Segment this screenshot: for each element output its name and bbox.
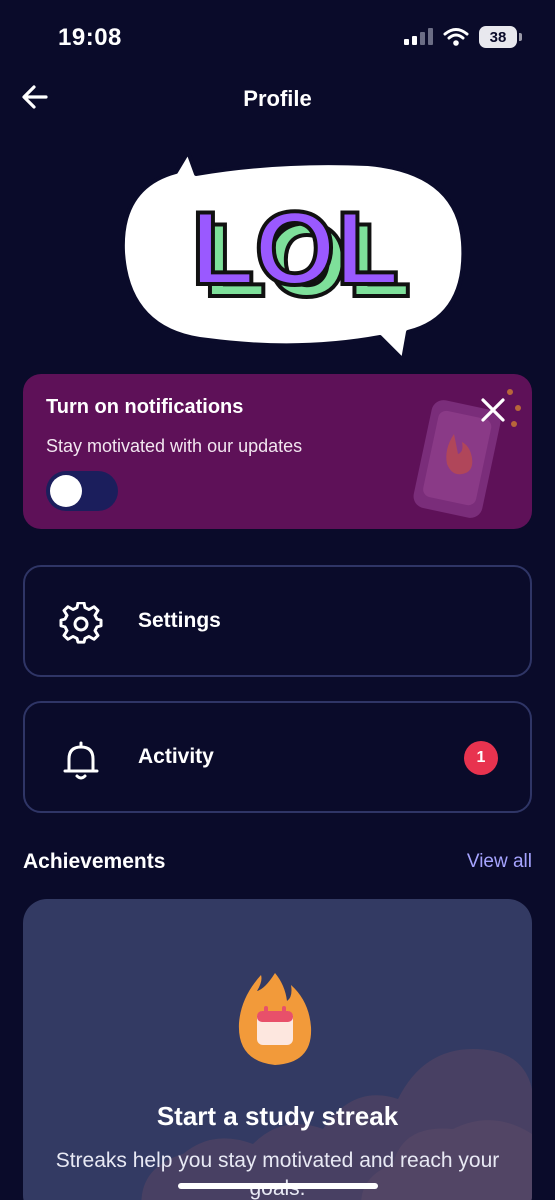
battery-level: 38 [489, 28, 507, 46]
page-title: Profile [243, 86, 312, 111]
activity-label: Activity [138, 745, 214, 768]
home-indicator[interactable] [178, 1183, 378, 1189]
achievement-title: Start a study streak [156, 1101, 399, 1131]
notification-title: Turn on notifications [46, 396, 244, 418]
notification-toggle[interactable] [46, 471, 118, 511]
activity-badge: 1 [464, 741, 498, 775]
status-icons: 38 [403, 26, 522, 48]
achievement-description: Streaks help you stay motivated and reac… [55, 1149, 500, 1200]
wifi-icon [443, 28, 469, 46]
lol-sticker: LOL LOL [120, 150, 466, 362]
header: Profile [0, 74, 555, 124]
settings-label: Settings [138, 609, 221, 632]
signal-icon [404, 28, 433, 45]
status-time: 19:08 [58, 24, 122, 51]
gear-icon [59, 602, 103, 644]
sticker-text-front: LOL [191, 191, 399, 307]
achievement-card: Start a study streak Streaks help you st… [23, 899, 532, 1200]
notification-subtitle: Stay motivated with our updates [46, 436, 303, 456]
view-all-link[interactable]: View all [467, 851, 532, 873]
status-bar: 19:08 38 [0, 0, 555, 74]
fire-calendar-icon [238, 973, 312, 1065]
close-icon[interactable] [477, 394, 509, 426]
phone-flame-icon [413, 389, 521, 518]
toggle-knob [50, 475, 82, 507]
battery-icon: 38 [479, 26, 522, 48]
bell-icon [63, 741, 99, 780]
achievements-title: Achievements [23, 850, 166, 873]
activity-button[interactable]: Activity 1 [23, 701, 532, 813]
notification-card: Turn on notifications Stay motivated wit… [23, 374, 532, 529]
settings-button[interactable]: Settings [23, 565, 532, 677]
